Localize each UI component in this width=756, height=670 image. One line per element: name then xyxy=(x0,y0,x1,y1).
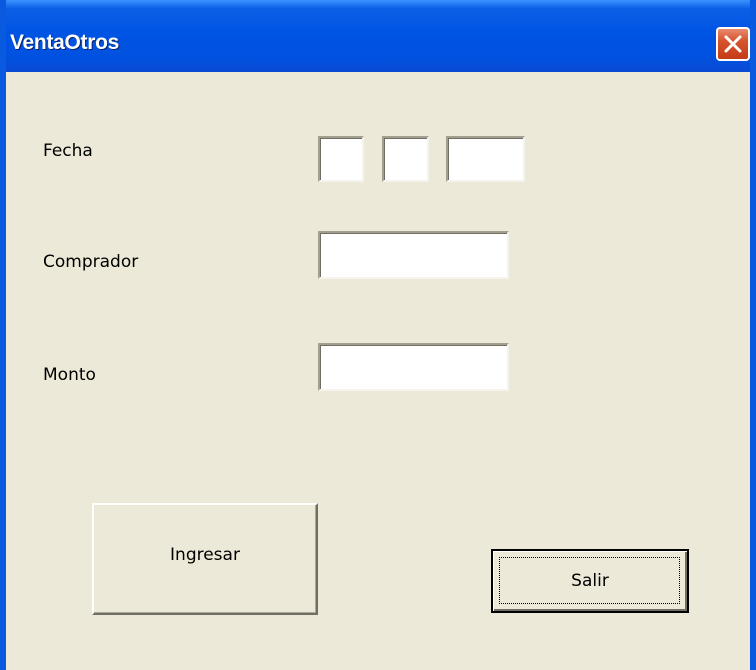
title-bar[interactable]: VentaOtros xyxy=(6,0,750,72)
comprador-label: Comprador xyxy=(43,252,139,272)
venta-otros-dialog: VentaOtros Fecha Comprador Monto Ingresa… xyxy=(0,0,756,670)
ingresar-button[interactable]: Ingresar xyxy=(92,503,318,615)
window-title: VentaOtros xyxy=(10,31,120,54)
monto-label: Monto xyxy=(43,365,96,385)
monto-field[interactable] xyxy=(318,343,509,391)
salir-button[interactable]: Salir xyxy=(491,549,689,613)
close-button[interactable] xyxy=(716,27,750,61)
fecha-month-field[interactable] xyxy=(382,136,429,182)
fecha-year-field[interactable] xyxy=(446,136,525,182)
focus-rectangle xyxy=(499,557,680,604)
comprador-field[interactable] xyxy=(318,231,509,279)
fecha-day-field[interactable] xyxy=(318,136,364,182)
form-body: Fecha Comprador Monto Ingresar Salir xyxy=(6,72,750,670)
fecha-label: Fecha xyxy=(43,141,93,161)
close-icon xyxy=(724,35,742,53)
ingresar-button-label: Ingresar xyxy=(170,545,240,565)
